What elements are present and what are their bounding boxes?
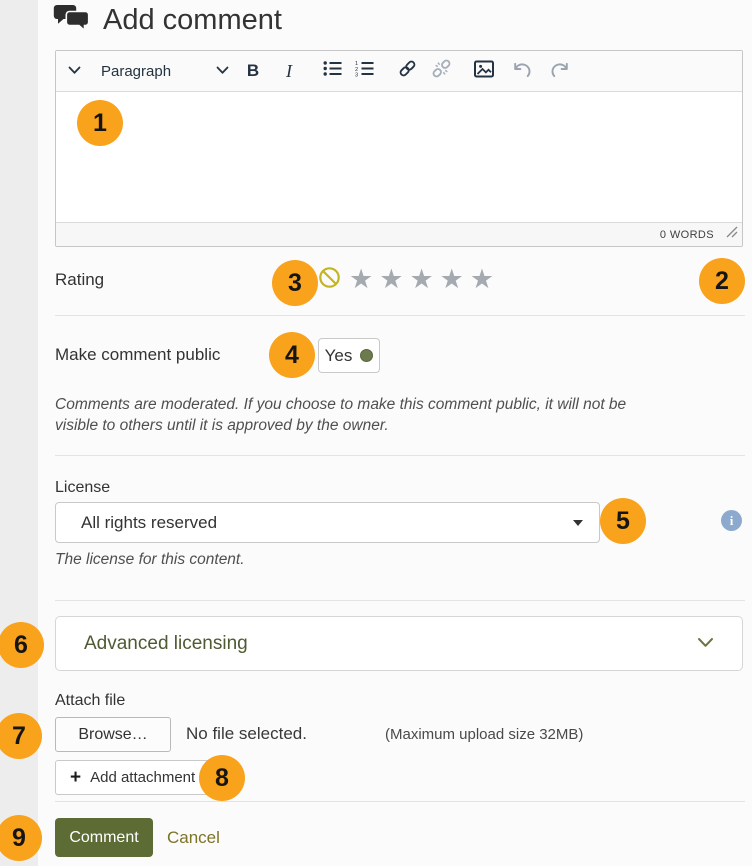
license-label: License bbox=[55, 479, 110, 497]
divider bbox=[55, 455, 745, 456]
link-icon bbox=[397, 58, 418, 84]
format-select-value: Paragraph bbox=[101, 63, 171, 80]
info-icon: i bbox=[730, 513, 734, 529]
star-icon[interactable]: ★ bbox=[349, 268, 373, 292]
toggle-knob-icon bbox=[360, 349, 373, 362]
editor-statusbar: 0 WORDS bbox=[56, 222, 742, 246]
toggle-value: Yes bbox=[325, 346, 353, 366]
cancel-link[interactable]: Cancel bbox=[167, 828, 220, 848]
license-help-text: The license for this content. bbox=[55, 551, 245, 569]
italic-button[interactable]: I bbox=[277, 56, 301, 86]
bullet-list-icon bbox=[323, 60, 342, 82]
bold-icon: B bbox=[247, 61, 259, 81]
unlink-icon bbox=[431, 58, 452, 84]
annotation-marker-8: 8 bbox=[199, 755, 245, 801]
remove-link-button[interactable] bbox=[428, 56, 454, 86]
insert-link-button[interactable] bbox=[394, 56, 420, 86]
undo-button[interactable] bbox=[509, 56, 535, 86]
annotation-marker-5: 5 bbox=[600, 498, 646, 544]
star-icon[interactable]: ★ bbox=[470, 268, 494, 292]
form-header: Add comment bbox=[53, 4, 282, 37]
annotation-marker-3: 3 bbox=[272, 260, 318, 306]
file-status-text: No file selected. bbox=[186, 724, 307, 744]
plus-icon: + bbox=[70, 768, 81, 787]
make-public-label: Make comment public bbox=[55, 345, 220, 365]
clear-rating-button[interactable] bbox=[318, 266, 341, 294]
browse-button[interactable]: Browse… bbox=[55, 717, 171, 752]
toolbar-menu-button[interactable] bbox=[62, 56, 86, 86]
divider bbox=[55, 801, 745, 802]
star-icon[interactable]: ★ bbox=[409, 268, 433, 292]
resize-handle-icon[interactable] bbox=[726, 225, 738, 243]
svg-text:3: 3 bbox=[355, 72, 358, 77]
rating-label: Rating bbox=[55, 270, 104, 290]
annotation-marker-6: 6 bbox=[0, 622, 44, 668]
word-count: 0 WORDS bbox=[660, 229, 714, 241]
redo-button[interactable] bbox=[546, 56, 572, 86]
comment-editor: Paragraph B I 123 bbox=[55, 50, 743, 247]
moderation-note: Comments are moderated. If you choose to… bbox=[55, 394, 670, 436]
license-select[interactable]: All rights reserved bbox=[55, 502, 600, 543]
annotation-marker-1: 1 bbox=[77, 100, 123, 146]
advanced-licensing-label: Advanced licensing bbox=[84, 633, 248, 655]
redo-icon bbox=[549, 60, 570, 83]
chevron-down-icon bbox=[68, 62, 81, 80]
undo-icon bbox=[512, 60, 533, 83]
license-selected-value: All rights reserved bbox=[81, 513, 573, 533]
annotation-marker-2: 2 bbox=[699, 258, 745, 304]
insert-image-button[interactable] bbox=[471, 56, 497, 86]
comment-text-area[interactable] bbox=[56, 92, 742, 222]
chevron-down-icon bbox=[697, 635, 714, 653]
image-icon bbox=[474, 60, 494, 83]
editor-toolbar: Paragraph B I 123 bbox=[56, 51, 742, 92]
star-icon[interactable]: ★ bbox=[440, 268, 464, 292]
license-info-button[interactable]: i bbox=[721, 510, 742, 531]
divider bbox=[55, 315, 745, 316]
attach-file-label: Attach file bbox=[55, 692, 125, 710]
chevron-down-icon bbox=[216, 62, 229, 80]
advanced-licensing-toggle[interactable]: Advanced licensing bbox=[55, 616, 743, 671]
comments-icon bbox=[53, 4, 90, 37]
max-upload-size-text: (Maximum upload size 32MB) bbox=[385, 726, 583, 743]
italic-icon: I bbox=[286, 61, 292, 82]
page-title: Add comment bbox=[103, 4, 282, 37]
add-attachment-label: Add attachment bbox=[90, 769, 195, 786]
star-rating: ★ ★ ★ ★ ★ bbox=[349, 268, 494, 292]
numbered-list-icon: 123 bbox=[355, 60, 374, 82]
select-caret-icon bbox=[573, 520, 583, 526]
annotation-marker-4: 4 bbox=[269, 332, 315, 378]
numbered-list-button[interactable]: 123 bbox=[351, 56, 377, 86]
browse-button-label: Browse… bbox=[78, 726, 147, 744]
star-icon[interactable]: ★ bbox=[379, 268, 403, 292]
paragraph-format-select[interactable]: Paragraph bbox=[101, 56, 229, 86]
make-public-toggle[interactable]: Yes bbox=[318, 338, 380, 373]
bold-button[interactable]: B bbox=[241, 56, 265, 86]
add-comment-form: Add comment Paragraph B I bbox=[0, 0, 752, 866]
comment-submit-label: Comment bbox=[69, 829, 138, 847]
add-attachment-button[interactable]: + Add attachment bbox=[55, 760, 210, 795]
divider bbox=[55, 600, 745, 601]
bullet-list-button[interactable] bbox=[319, 56, 345, 86]
comment-submit-button[interactable]: Comment bbox=[55, 818, 153, 857]
rating-widget: ★ ★ ★ ★ ★ bbox=[318, 266, 494, 294]
